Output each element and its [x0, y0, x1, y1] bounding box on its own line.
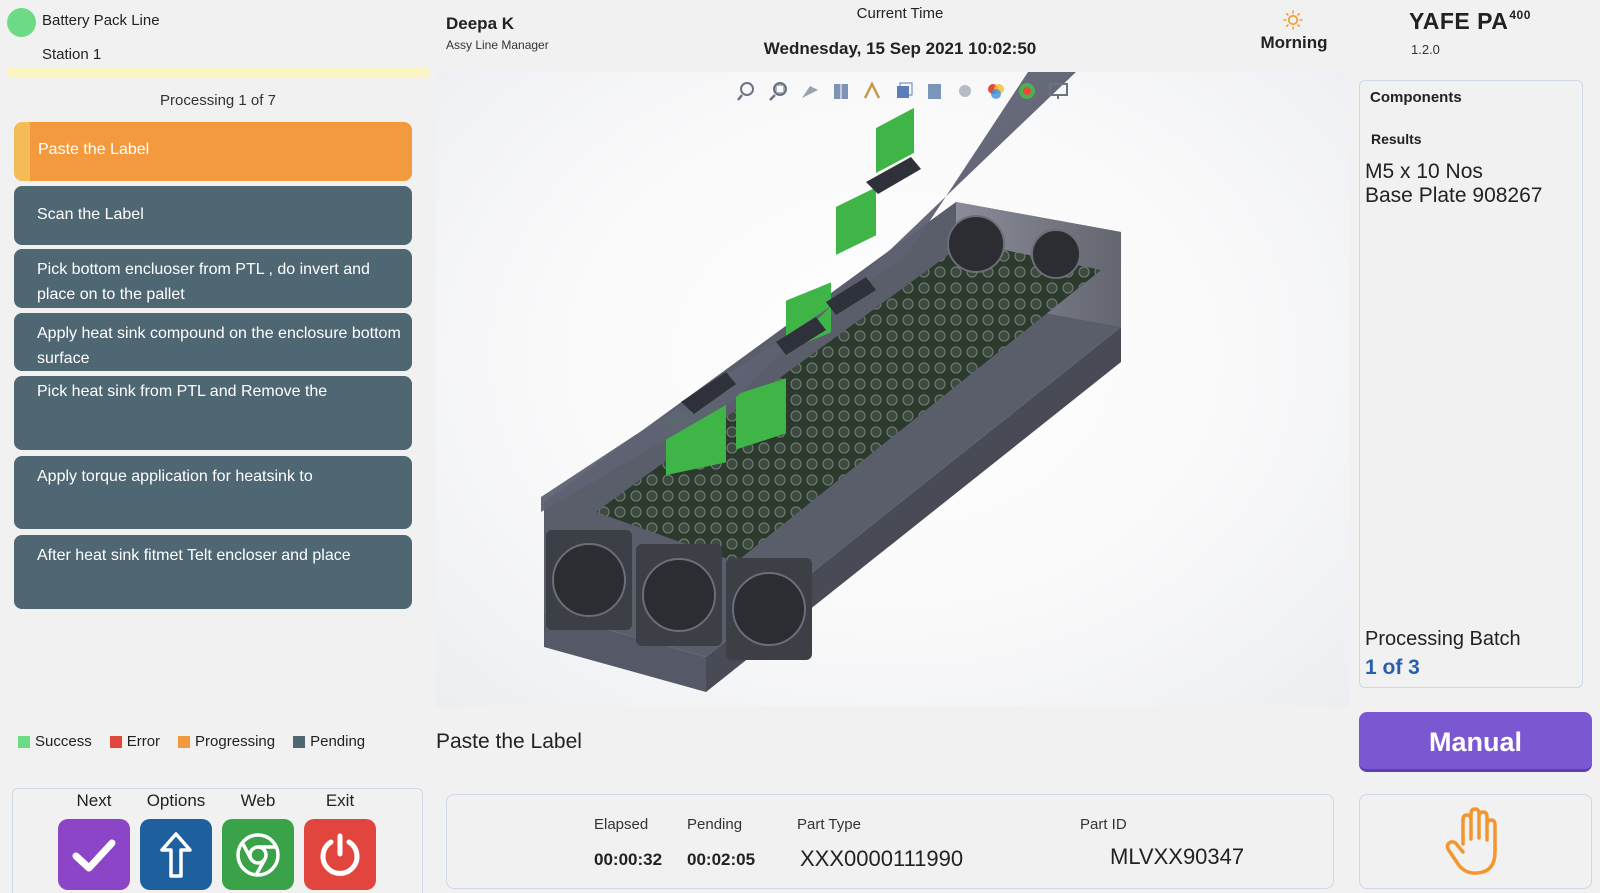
step-label: Scan the Label	[37, 206, 144, 223]
processing-batch-label: Processing Batch	[1365, 628, 1521, 650]
apply-scene-icon[interactable]	[1015, 80, 1040, 102]
edit-appearance-icon[interactable]	[984, 80, 1009, 102]
legend-label: Progressing	[195, 733, 276, 750]
browser-icon	[236, 832, 280, 877]
elapsed-value: 00:00:32	[594, 850, 663, 869]
step-item-7[interactable]: After heat sink fitmet Telt encloser and…	[14, 535, 412, 609]
options-label: Options	[146, 791, 206, 810]
web-button[interactable]	[222, 819, 294, 890]
exit-label: Exit	[325, 791, 355, 810]
step-item-4[interactable]: Apply heat sink compound on the enclosur…	[14, 313, 412, 371]
viewer-toolbar	[736, 80, 1071, 102]
brand-model: 400	[1509, 8, 1531, 22]
legend-label: Pending	[310, 733, 366, 750]
checkmark-icon	[72, 839, 116, 871]
step-label: Paste the Label	[38, 141, 150, 158]
brand-logo: YAFE PA400	[1409, 8, 1531, 35]
zoom-to-fit-icon[interactable]	[736, 80, 761, 102]
options-button[interactable]	[140, 819, 212, 890]
manual-stop-box[interactable]	[1359, 794, 1592, 889]
line-name: Battery Pack Line	[42, 12, 160, 29]
processing-batch-value: 1 of 3	[1365, 656, 1420, 679]
result-item: Base Plate 908267	[1365, 184, 1543, 207]
step-label: Apply heat sink compound on the enclosur…	[37, 325, 401, 367]
section-view-icon[interactable]	[829, 80, 854, 102]
shift-label: Morning	[1260, 33, 1328, 52]
part-type-label: Part Type	[797, 816, 861, 833]
line-status-indicator	[7, 8, 36, 37]
components-title: Components	[1370, 89, 1462, 106]
error-swatch	[109, 735, 122, 748]
part-id-label: Part ID	[1080, 816, 1127, 833]
part-info-box	[446, 794, 1334, 889]
view-orientation-icon[interactable]	[891, 80, 916, 102]
part-type-value: XXX0000111990	[800, 846, 964, 871]
previous-view-icon[interactable]	[798, 80, 823, 102]
power-icon	[320, 833, 360, 876]
exit-button[interactable]	[304, 819, 376, 890]
current-step-text: Paste the Label	[436, 730, 582, 753]
elapsed-label: Elapsed	[594, 816, 649, 833]
legend-success: Success	[18, 733, 92, 750]
step-item-3[interactable]: Pick bottom encluoser from PTL , do inve…	[14, 249, 412, 308]
status-legend: Success Error Progressing Pending	[18, 733, 365, 750]
hide-show-icon[interactable]	[953, 80, 978, 102]
step-item-2[interactable]: Scan the Label	[14, 186, 412, 245]
battery-pack-model	[541, 72, 1121, 692]
legend-label: Success	[35, 733, 92, 750]
brand-name: YAFE PA	[1409, 8, 1509, 34]
sun-icon	[1283, 10, 1303, 30]
zoom-area-icon[interactable]	[767, 80, 792, 102]
step-label: After heat sink fitmet Telt encloser and…	[37, 547, 351, 564]
model-viewer[interactable]	[436, 72, 1349, 707]
dynamic-annotation-icon[interactable]	[860, 80, 885, 102]
step-label: Apply torque application for heatsink to	[37, 468, 313, 485]
pending-label: Pending	[687, 816, 743, 833]
current-time-label: Current Time	[856, 5, 944, 22]
progressing-swatch	[178, 735, 191, 748]
upload-arrow-icon	[160, 831, 192, 878]
pending-value: 00:02:05	[687, 850, 756, 869]
next-button[interactable]	[58, 819, 130, 890]
app-version: 1.2.0	[1411, 42, 1440, 57]
station-name: Station 1	[42, 46, 102, 63]
user-role: Assy Line Manager	[446, 38, 549, 52]
legend-label: Error	[126, 733, 161, 750]
result-item: M5 x 10 Nos	[1365, 160, 1483, 183]
part-id-value: MLVXX90347	[1110, 844, 1245, 869]
display-style-icon[interactable]	[922, 80, 947, 102]
web-label: Web	[240, 791, 276, 810]
legend-progressing: Progressing	[178, 733, 275, 750]
step-label: Pick heat sink from PTL and Remove the	[37, 383, 328, 400]
step-item-6[interactable]: Apply torque application for heatsink to	[14, 456, 412, 529]
current-time-value: Wednesday, 15 Sep 2021 10:02:50	[763, 39, 1037, 58]
step-label: Pick bottom encluoser from PTL , do inve…	[37, 261, 370, 303]
success-swatch	[18, 735, 30, 748]
results-label: Results	[1371, 131, 1422, 147]
user-name: Deepa K	[446, 14, 515, 33]
processing-count: Processing 1 of 7	[160, 92, 276, 109]
legend-error: Error	[109, 733, 161, 750]
manual-button[interactable]: Manual	[1359, 712, 1592, 772]
view-settings-icon[interactable]	[1046, 80, 1071, 102]
station-progress-bar	[7, 68, 429, 77]
step-item-1[interactable]: Paste the Label	[14, 122, 412, 181]
pending-swatch	[293, 735, 306, 748]
legend-pending: Pending	[293, 733, 365, 750]
next-label: Next	[76, 791, 112, 810]
hand-icon	[1445, 806, 1497, 875]
step-item-5[interactable]: Pick heat sink from PTL and Remove the	[14, 376, 412, 450]
